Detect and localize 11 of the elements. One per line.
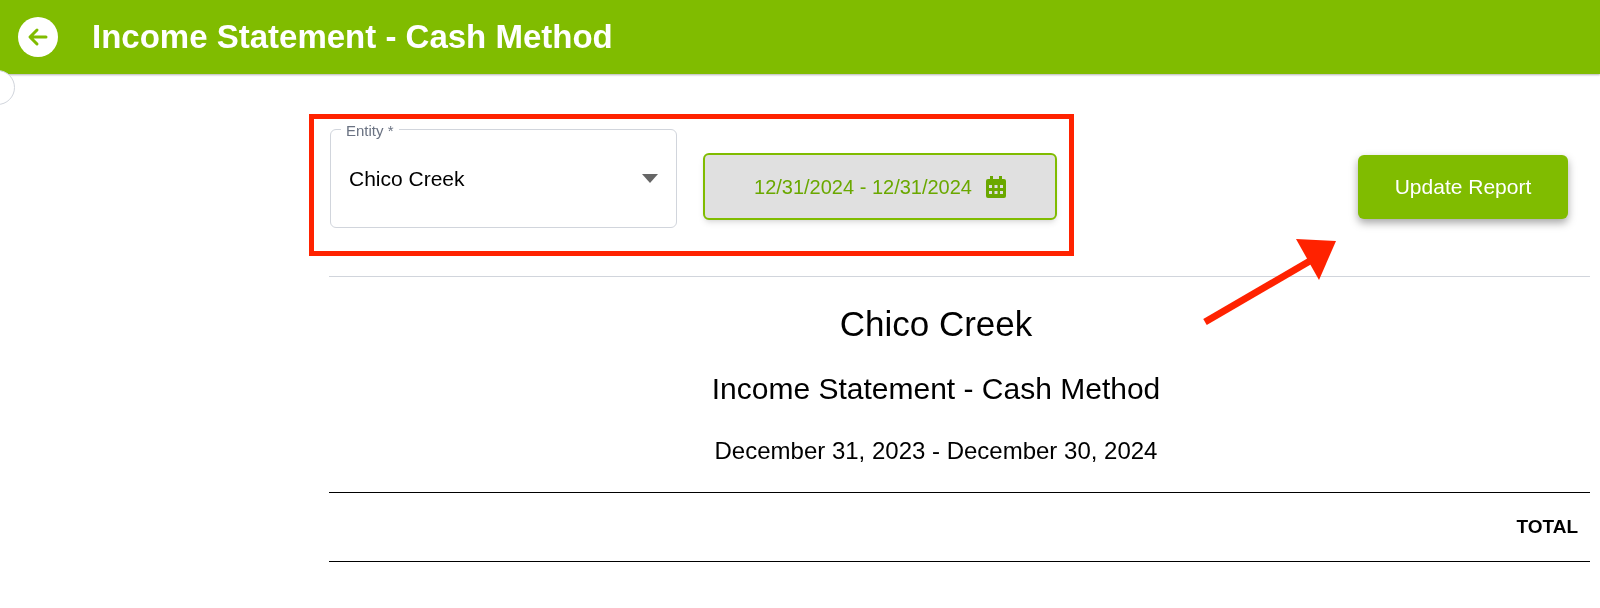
page-title: Income Statement - Cash Method xyxy=(92,17,613,58)
date-range-button[interactable]: 12/31/2024 - 12/31/2024 xyxy=(703,153,1057,220)
column-header: TOTAL xyxy=(1516,514,1578,539)
report-entity: Chico Creek xyxy=(839,303,1033,345)
report-period: December 31, 2023 - December 30, 2024 xyxy=(714,436,1158,466)
select-value: Chico Creek xyxy=(349,165,465,192)
update-report-button[interactable]: Update Report xyxy=(1358,155,1568,219)
dropdown-caret-icon xyxy=(642,174,658,183)
report-title: Income Statement - Cash Method xyxy=(711,371,1161,407)
back-button[interactable] xyxy=(18,17,58,57)
calendar-icon xyxy=(986,175,1006,198)
